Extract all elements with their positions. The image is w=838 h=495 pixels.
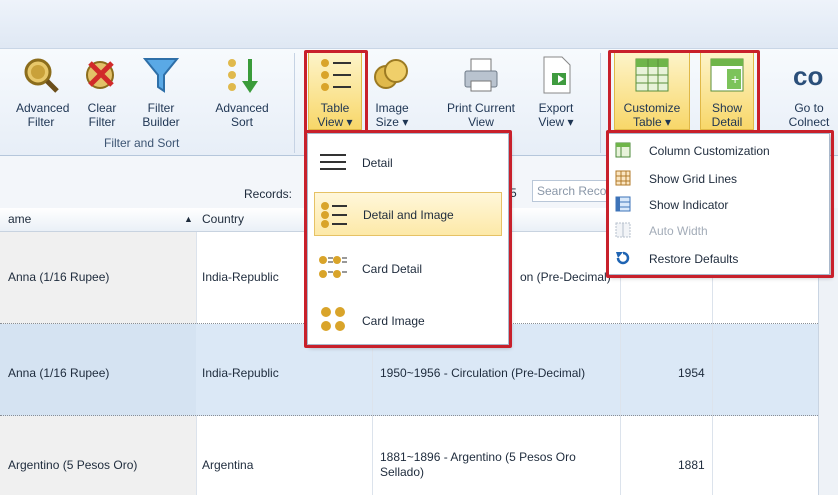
cell-year: 1881 (678, 458, 705, 472)
funnel-icon (141, 55, 181, 95)
cell-series-line2: Sellado) (380, 465, 425, 479)
cell-country: India-Republic (202, 366, 279, 380)
column-header-country[interactable]: Country (202, 212, 244, 226)
advanced-filter-button[interactable]: Advanced Filter (16, 55, 69, 129)
sort-ascending-icon: ▲ (184, 214, 193, 224)
cell-name: Anna (1/16 Rupee) (8, 270, 110, 284)
table-view-highlight (304, 50, 368, 136)
cell-country: India-Republic (202, 270, 279, 284)
image-size-button[interactable]: Image Size ▾ (372, 55, 412, 129)
cell-name: Argentino (5 Pesos Oro) (8, 458, 138, 472)
cell-name: Anna (1/16 Rupee) (8, 366, 110, 380)
customize-highlight (608, 50, 760, 136)
title-bar (0, 0, 838, 48)
cell-series: on (Pre-Decimal) (520, 270, 611, 284)
cell-series: 1950~1956 - Circulation (Pre-Decimal) (380, 366, 586, 380)
clear-filter-icon (82, 55, 122, 95)
print-current-view-button[interactable]: Print Current View (438, 55, 524, 129)
column-header-name[interactable]: ame (8, 212, 31, 226)
table-row[interactable]: Argentino (5 Pesos Oro) Argentina 1881~1… (0, 416, 818, 495)
colnect-logo-icon: co (789, 55, 829, 95)
ribbon-separator (294, 53, 295, 153)
advanced-sort-button[interactable]: Advanced Sort (214, 55, 270, 129)
customize-menu-highlight (606, 130, 834, 278)
sort-icon (222, 55, 262, 95)
cell-country: Argentina (202, 458, 254, 472)
clear-filter-button[interactable]: Clear Filter (80, 55, 124, 129)
go-to-colnect-button[interactable]: co Go to Colnect (784, 55, 834, 129)
export-view-button[interactable]: Export View ▾ (536, 55, 576, 129)
table-view-menu-highlight (304, 130, 512, 348)
printer-icon (461, 55, 501, 95)
filter-sort-group-label: Filter and Sort (104, 136, 180, 150)
cell-series: 1881~1896 - Argentino (5 Pesos Oro (380, 450, 576, 464)
cell-year: 1954 (678, 366, 705, 380)
filter-builder-button[interactable]: Filter Builder (136, 55, 186, 129)
ribbon-separator (600, 53, 601, 153)
magnifier-coin-icon (21, 55, 61, 95)
coins-icon (372, 55, 412, 95)
svg-text:co: co (793, 61, 823, 91)
export-icon (536, 55, 576, 95)
records-label: Records: (244, 187, 293, 201)
